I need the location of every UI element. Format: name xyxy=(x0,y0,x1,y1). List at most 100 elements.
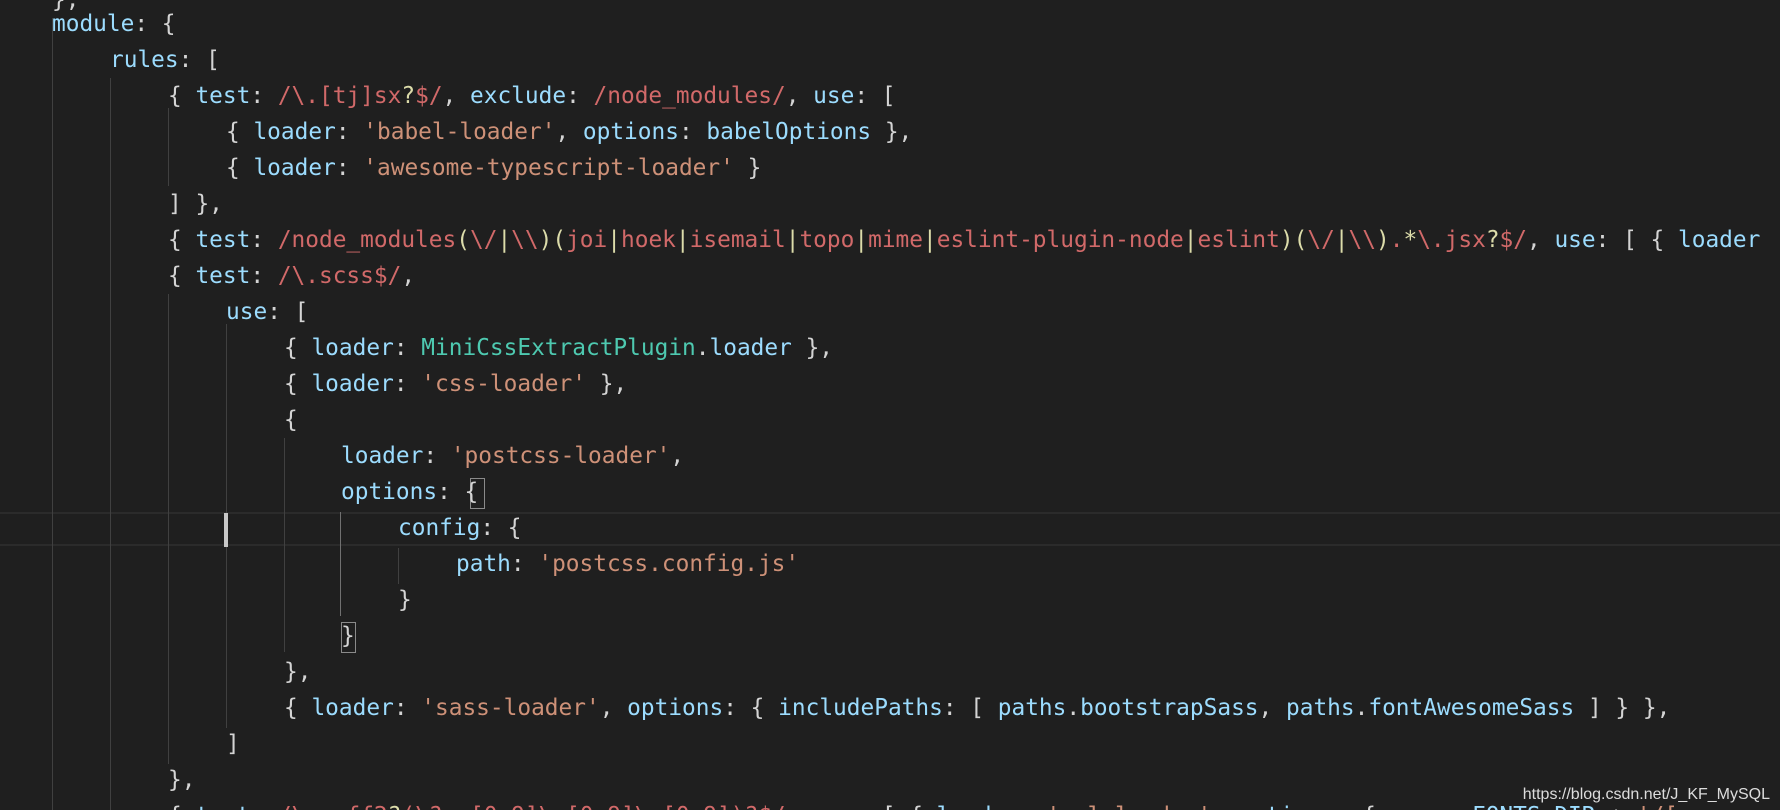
code-line[interactable]: loader: 'postcss-loader', xyxy=(341,438,684,474)
code-editor[interactable]: }, module: { rules: [ { test: /\.[tj]sx?… xyxy=(0,0,1780,810)
code-token: . xyxy=(1354,695,1369,721)
code-token: '/[ xyxy=(1637,803,1678,810)
code-token: /node_modules xyxy=(277,227,457,253)
code-token: ) xyxy=(1375,227,1390,253)
code-token: /\. xyxy=(277,83,319,109)
code-token: \\ xyxy=(1348,227,1376,253)
indent-guide xyxy=(52,18,53,810)
code-token: 'babel-loader' xyxy=(363,119,556,145)
code-token: options xyxy=(1239,803,1335,810)
code-token: ? xyxy=(1485,227,1500,253)
code-token: 'postcss-loader' xyxy=(450,443,671,469)
code-token: exclude xyxy=(470,83,567,109)
code-line[interactable]: { loader: MiniCssExtractPlugin.loader }, xyxy=(284,330,833,366)
code-token: 'css-loader' xyxy=(421,371,586,397)
code-token: + xyxy=(1596,803,1637,810)
code-line[interactable]: { loader: 'css-loader' }, xyxy=(284,366,627,402)
code-line[interactable]: { test: /\.scss$/, xyxy=(168,258,415,294)
code-line[interactable]: { xyxy=(284,402,298,438)
code-token: , xyxy=(442,83,470,109)
code-token: { xyxy=(168,227,196,253)
code-line[interactable]: { test: /\.woff2?(\?v=[0-9]\.[0-9]\.[0-9… xyxy=(168,798,1678,810)
code-token: \\ xyxy=(511,227,539,253)
code-line[interactable]: path: 'postcss.config.js' xyxy=(456,546,799,582)
code-token: \/ xyxy=(1307,227,1335,253)
code-token: : xyxy=(678,119,707,145)
code-line[interactable]: } xyxy=(341,618,355,654)
code-line[interactable]: { loader: 'awesome-typescript-loader' } xyxy=(226,150,761,186)
code-line[interactable]: { test: /\.[tj]sx?$/, exclude: /node_mod… xyxy=(168,78,896,114)
code-token: : xyxy=(335,119,364,145)
code-token: [tj]sx xyxy=(319,83,402,109)
code-line[interactable]: }, xyxy=(284,654,311,690)
code-token: ( xyxy=(456,227,470,253)
code-token: : xyxy=(393,371,422,397)
code-token: { xyxy=(226,155,254,181)
code-token: : { xyxy=(480,515,522,541)
code-token: loader xyxy=(341,443,424,469)
code-token: use xyxy=(813,83,855,109)
indent-guide xyxy=(168,294,169,764)
code-line[interactable]: ] }, xyxy=(168,186,223,222)
code-token: }, xyxy=(585,371,628,397)
code-token: use xyxy=(226,299,268,325)
code-line[interactable]: use: [ xyxy=(226,294,308,330)
code-token: /\.woff2 xyxy=(278,803,388,810)
code-token: : [ xyxy=(267,299,309,325)
code-token: : xyxy=(335,155,364,181)
code-line[interactable]: } xyxy=(398,582,412,618)
code-token: loader xyxy=(937,803,1019,810)
code-token: , xyxy=(599,695,628,721)
code-line[interactable]: module: { xyxy=(52,6,176,42)
code-line[interactable]: config: { xyxy=(398,510,522,546)
code-line[interactable]: ] xyxy=(226,726,240,762)
code-token: . xyxy=(695,335,710,361)
code-token: options xyxy=(341,479,438,505)
code-token: : { xyxy=(723,695,779,721)
code-token: }, xyxy=(284,659,312,685)
code-token: ? xyxy=(388,803,402,810)
code-token: : xyxy=(393,335,422,361)
code-line[interactable]: { loader: 'sass-loader', options: { incl… xyxy=(284,690,1670,726)
code-token: } xyxy=(341,623,355,649)
code-token: joi xyxy=(566,227,608,253)
code-token: use xyxy=(813,803,854,810)
code-token: test xyxy=(195,803,250,810)
code-token: }, xyxy=(871,119,913,145)
code-token: : xyxy=(393,695,422,721)
code-line[interactable]: }, xyxy=(168,762,195,798)
code-token: | xyxy=(497,227,512,253)
code-token: )( xyxy=(1279,227,1308,253)
code-token: paths xyxy=(997,695,1067,721)
code-line[interactable]: { test: /node_modules(\/|\\)(joi|hoek|is… xyxy=(168,222,1760,258)
code-token: : [ xyxy=(178,47,220,73)
code-token: 'postcss.config.js' xyxy=(538,551,800,577)
indent-guide-active xyxy=(340,512,341,616)
code-token: babelOptions xyxy=(706,119,872,145)
code-token: { xyxy=(168,803,195,810)
code-token: , xyxy=(1211,803,1238,810)
code-token: : { xyxy=(437,479,479,505)
code-token: /node_modules/ xyxy=(593,83,786,109)
code-token: { xyxy=(284,335,312,361)
code-token: loader xyxy=(311,695,394,721)
code-token: , xyxy=(1258,695,1286,721)
code-line[interactable]: options: { xyxy=(341,474,478,510)
code-token: 'awesome-typescript-loader' xyxy=(363,155,734,181)
code-token: : [ { xyxy=(854,803,936,810)
code-token: { xyxy=(284,407,298,433)
code-token: /\.scss xyxy=(277,263,374,289)
code-token: $/ xyxy=(373,263,402,289)
code-token: : xyxy=(423,443,451,469)
code-line[interactable]: { loader: 'babel-loader', options: babel… xyxy=(226,114,912,150)
code-token: . xyxy=(1389,227,1404,253)
code-token: loader xyxy=(311,335,394,361)
code-token: | xyxy=(785,227,800,253)
code-token: 'sass-loader' xyxy=(421,695,600,721)
code-token: hoek xyxy=(621,227,676,253)
code-token: : [ xyxy=(854,83,896,109)
code-token: name xyxy=(1390,803,1445,810)
code-line[interactable]: rules: [ xyxy=(110,42,220,78)
code-token: | xyxy=(675,227,690,253)
code-token: bootstrapSass xyxy=(1080,695,1259,721)
